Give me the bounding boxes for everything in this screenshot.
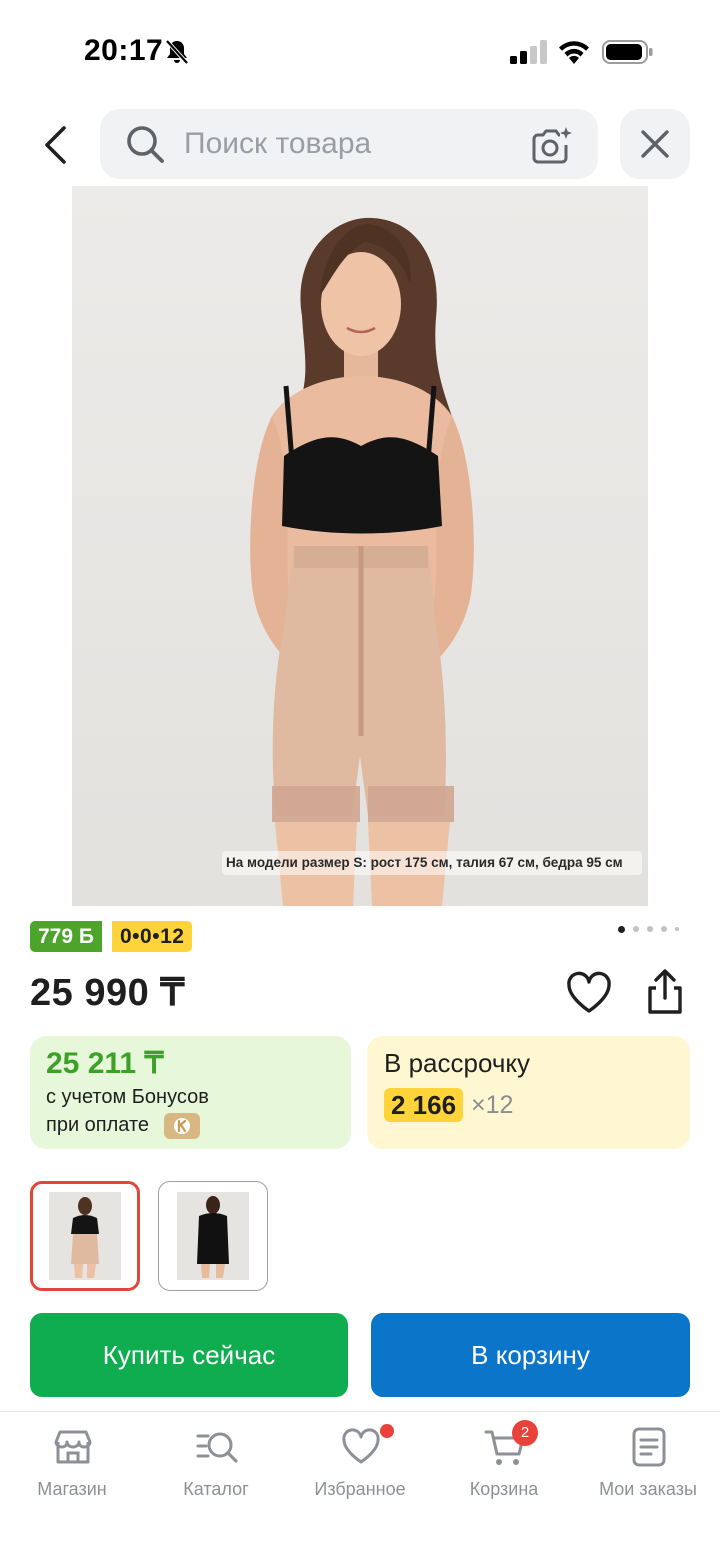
camera-icon[interactable] — [530, 125, 574, 165]
catalog-search-icon — [196, 1432, 238, 1463]
cart-count-badge: 2 — [512, 1420, 538, 1446]
variant-thumbnail-beige[interactable] — [30, 1181, 140, 1291]
product-price: 25 990 ₸ — [30, 972, 185, 1014]
bell-slash-icon — [165, 39, 189, 65]
bottom-navigation: Магазин Каталог Избранное 2 Корзина Мои … — [0, 1411, 720, 1564]
pager-dot — [633, 926, 639, 932]
nav-label: Мои заказы — [599, 1479, 697, 1499]
wifi-icon — [559, 41, 589, 64]
nav-item-cart[interactable]: 2 Корзина — [432, 1412, 576, 1512]
pager-dot — [675, 927, 679, 931]
add-to-cart-button[interactable]: В корзину — [371, 1313, 690, 1397]
model-photo — [250, 217, 474, 906]
bonus-note: с учетом Бонусов — [46, 1086, 209, 1108]
store-icon — [54, 1430, 92, 1464]
orders-list-icon — [632, 1427, 666, 1467]
close-button[interactable] — [620, 109, 690, 179]
chevron-left-icon — [45, 126, 66, 164]
search-box[interactable] — [100, 109, 598, 179]
bonus-price: 25 211 ₸ — [46, 1047, 164, 1080]
bonus-badge: 779 Б — [30, 921, 102, 952]
thumbnail-image — [177, 1192, 249, 1280]
nav-item-catalog[interactable]: Каталог — [144, 1412, 288, 1512]
pager-dot-active — [618, 926, 625, 933]
heart-icon — [567, 971, 611, 1013]
nav-item-store[interactable]: Магазин — [0, 1412, 144, 1512]
nav-item-favorites[interactable]: Избранное — [288, 1412, 432, 1512]
status-time: 20:17 — [84, 34, 164, 67]
installment-amount: 2 166 — [384, 1088, 464, 1122]
nav-label: Избранное — [314, 1479, 406, 1499]
installment-card[interactable]: В рассрочку 2 166 ×12 — [367, 1036, 690, 1149]
share-icon — [648, 969, 682, 1014]
favorite-button[interactable] — [564, 970, 614, 1016]
product-photo[interactable]: На модели размер S: рост 175 см, талия 6… — [72, 186, 648, 906]
installment-term: ×12 — [471, 1091, 514, 1119]
nav-label: Магазин — [37, 1479, 107, 1499]
heart-icon — [342, 1428, 380, 1464]
variant-thumbnail-black[interactable] — [158, 1181, 268, 1291]
nav-item-orders[interactable]: Мои заказы — [576, 1412, 720, 1512]
status-bar: 20:17 — [0, 0, 720, 100]
search-input[interactable] — [184, 109, 514, 179]
installment-title: В рассрочку — [384, 1048, 531, 1078]
buy-now-button[interactable]: Купить сейчас — [30, 1313, 348, 1397]
pager-dot — [661, 926, 667, 932]
share-button[interactable] — [640, 968, 690, 1016]
payment-logo-icon — [164, 1113, 200, 1139]
search-icon — [127, 126, 164, 163]
bonus-price-card[interactable]: 25 211 ₸ с учетом Бонусов при оплате — [30, 1036, 351, 1149]
battery-icon — [602, 40, 653, 64]
signal-icon — [510, 40, 547, 64]
photo-pager — [616, 924, 686, 934]
installment-badge: 0•0•12 — [112, 921, 193, 952]
pager-dot — [647, 926, 653, 932]
nav-label: Корзина — [469, 1479, 539, 1499]
close-icon — [641, 130, 669, 158]
photo-caption: На модели размер S: рост 175 см, талия 6… — [222, 851, 642, 875]
favorites-notification-dot — [380, 1424, 394, 1438]
thumbnail-image — [49, 1192, 121, 1280]
nav-label: Каталог — [183, 1479, 249, 1499]
bonus-payment-note: при оплате — [46, 1114, 150, 1136]
back-button[interactable] — [30, 118, 80, 172]
